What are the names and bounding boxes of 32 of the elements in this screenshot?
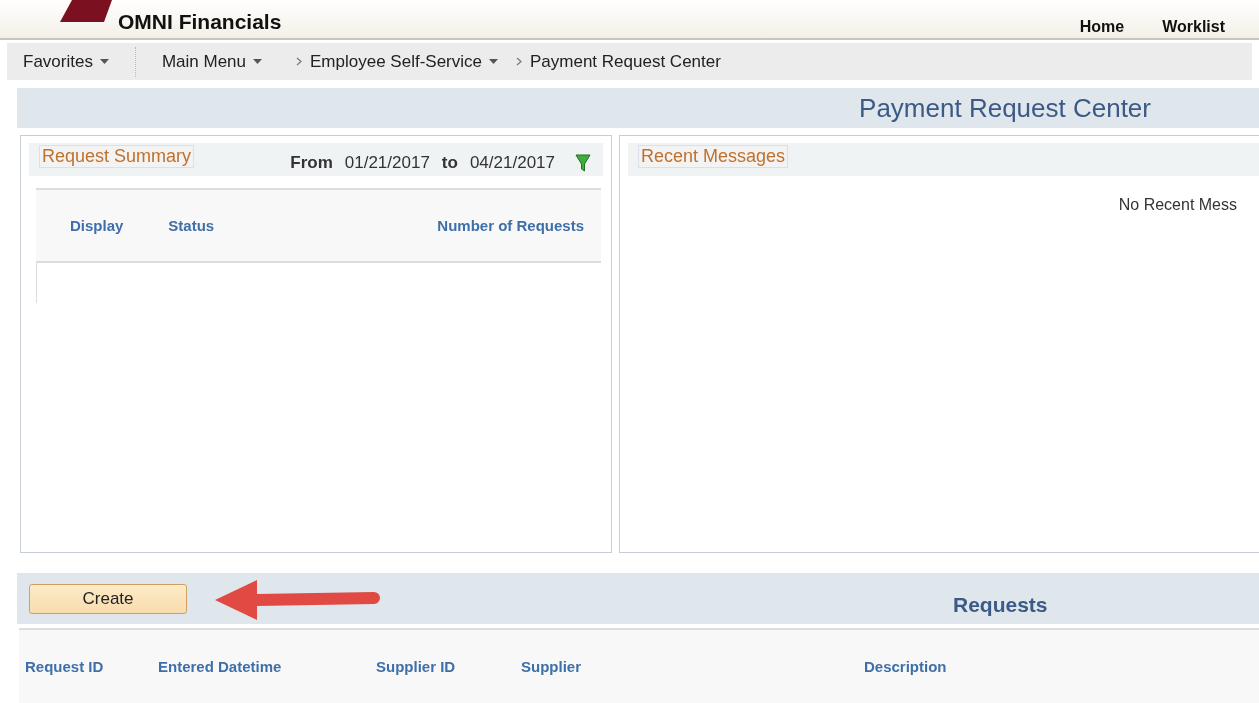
logo-icon	[60, 0, 112, 22]
column-header[interactable]: Supplier	[521, 658, 864, 675]
date-label: From	[290, 152, 333, 173]
breadcrumb-current[interactable]: Payment Request Center	[530, 51, 721, 72]
column-header[interactable]: Status	[168, 217, 215, 234]
header-link[interactable]: Worklist	[1162, 18, 1225, 36]
breadcrumb-link[interactable]: Employee Self-Service	[310, 51, 498, 72]
filter-icon[interactable]	[575, 152, 591, 173]
page-title: Payment Request Center	[859, 92, 1151, 124]
column-header[interactable]: Supplier ID	[376, 658, 521, 675]
panel-title: Request Summary	[39, 145, 195, 168]
chevron-icon	[296, 57, 303, 66]
column-header[interactable]: Number of Requests	[437, 217, 584, 234]
date-value: 04/21/2017	[469, 152, 555, 173]
column-header[interactable]: Display	[70, 217, 124, 234]
create-button[interactable]: Create	[29, 583, 187, 614]
column-header[interactable]: Description	[864, 658, 1259, 675]
date-value: 01/21/2017	[344, 152, 430, 173]
caret-icon	[99, 59, 109, 64]
caret-icon	[489, 59, 498, 64]
nav-menu[interactable]: Main Menu	[145, 51, 279, 72]
caret-icon	[253, 59, 263, 64]
chevron-icon	[516, 57, 522, 66]
date-label: to	[441, 152, 458, 173]
empty-message: No Recent Mess	[1117, 196, 1237, 214]
brand-name: OMNI Financials	[118, 10, 282, 35]
column-header[interactable]: Request ID	[25, 658, 158, 675]
panel-title: Recent Messages	[638, 145, 789, 168]
section-title: Requests	[953, 593, 1048, 617]
nav-menu[interactable]: Favorites	[7, 51, 125, 72]
header-link[interactable]: Home	[1079, 18, 1125, 36]
column-header[interactable]: Entered Datetime	[158, 658, 376, 675]
